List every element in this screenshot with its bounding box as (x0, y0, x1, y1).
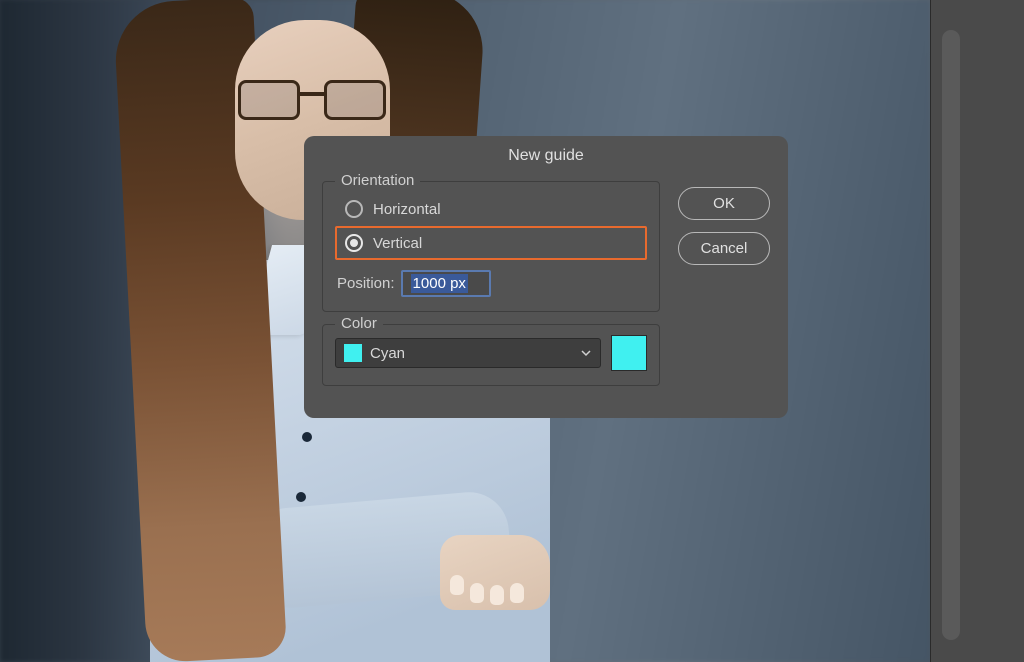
radio-icon (345, 200, 363, 218)
ok-button[interactable]: OK (678, 187, 770, 220)
color-swatch-preview[interactable] (611, 335, 647, 371)
orientation-legend: Orientation (335, 172, 420, 189)
dialog-title: New guide (304, 136, 788, 175)
dropdown-swatch (344, 344, 362, 362)
position-input[interactable]: 1000 px (401, 270, 491, 297)
position-label: Position: (337, 275, 395, 292)
color-dropdown[interactable]: Cyan (335, 338, 601, 368)
radio-horizontal[interactable]: Horizontal (335, 192, 647, 226)
radio-icon-selected (345, 234, 363, 252)
dropdown-selected-label: Cyan (370, 345, 572, 362)
chevron-down-icon (580, 347, 592, 359)
radio-horizontal-label: Horizontal (373, 201, 441, 218)
panel-dock (930, 0, 1024, 662)
color-legend: Color (335, 315, 383, 332)
color-fieldset: Color Cyan (322, 324, 660, 386)
new-guide-dialog: New guide Orientation Horizontal Vertica… (304, 136, 788, 418)
cancel-button[interactable]: Cancel (678, 232, 770, 265)
radio-vertical-label: Vertical (373, 235, 422, 252)
scrollbar-vertical[interactable] (942, 30, 960, 640)
orientation-fieldset: Orientation Horizontal Vertical Position… (322, 181, 660, 312)
radio-vertical[interactable]: Vertical (335, 226, 647, 260)
